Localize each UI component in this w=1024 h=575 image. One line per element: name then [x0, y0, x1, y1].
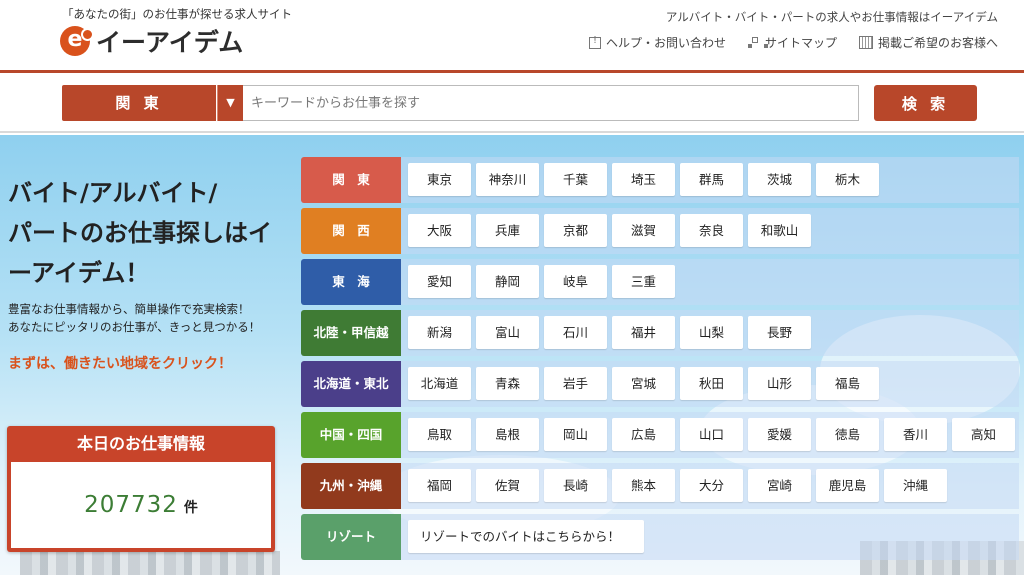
region-button-kanto[interactable]: 関 東 [301, 157, 401, 203]
logo-text: イーアイデム [96, 28, 244, 57]
prefecture-button[interactable]: 沖縄 [884, 469, 947, 502]
region-selector-panel: 関 東東京 神奈川 千葉 埼玉 群馬 茨城 栃木関 西大阪 兵庫 京都 滋賀 奈良 和歌山東 海愛知静… [301, 157, 1019, 565]
prefecture-button[interactable]: 広島 [612, 418, 675, 451]
prefecture-button[interactable]: 宮崎 [748, 469, 811, 502]
prefecture-button[interactable]: 徳島 [816, 418, 879, 451]
prefecture-button[interactable]: 京都 [544, 214, 607, 247]
job-count-unit: 件 [183, 500, 198, 516]
prefecture-button[interactable]: 石川 [544, 316, 607, 349]
prefecture-button[interactable]: 新潟 [408, 316, 471, 349]
region-row-tokai: 東 海愛知 静岡 岐阜 三重 [301, 259, 1019, 305]
prefecture-button[interactable]: 山形 [748, 367, 811, 400]
prefecture-button[interactable]: 群馬 [680, 163, 743, 196]
region-row-chugoku-shikoku: 中国・四国 鳥取 島根 岡山 広島 山口 愛媛 徳島 香川 高知 [301, 412, 1019, 458]
prefecture-button[interactable]: 島根 [476, 418, 539, 451]
city-skyline-decoration [20, 551, 280, 575]
prefecture-button[interactable]: 青森 [476, 367, 539, 400]
todays-jobs-body: 207732 件 [11, 462, 271, 548]
region-button-hokkaido-tohoku[interactable]: 北海道・東北 [301, 361, 401, 407]
prefecture-button[interactable]: 三重 [612, 265, 675, 298]
prefecture-button[interactable]: 愛媛 [748, 418, 811, 451]
region-button-hokuriku-koshinetsu[interactable]: 北陸・甲信越 [301, 310, 401, 356]
building-icon [858, 36, 873, 49]
prefecture-button[interactable]: 長野 [748, 316, 811, 349]
advertiser-link[interactable]: 掲載ご希望のお客様へ [858, 34, 998, 51]
region-button-resort[interactable]: リゾート [301, 514, 401, 560]
hero-description: 豊富なお仕事情報から、簡単操作で充実検索！ あなたにピッタリのお仕事が、きっと見… [8, 302, 261, 334]
prefecture-button[interactable]: 大阪 [408, 214, 471, 247]
prefecture-button[interactable]: 岩手 [544, 367, 607, 400]
prefecture-button[interactable]: 長崎 [544, 469, 607, 502]
prefecture-button[interactable]: 北海道 [408, 367, 471, 400]
search-button[interactable]: 検 索 [874, 85, 977, 121]
prefecture-button[interactable]: 岡山 [544, 418, 607, 451]
prefecture-button[interactable]: 和歌山 [748, 214, 811, 247]
region-select[interactable]: 関 東 [62, 85, 216, 121]
todays-jobs-title: 本日のお仕事情報 [76, 434, 205, 453]
prefecture-button[interactable]: 福井 [612, 316, 675, 349]
sitemap-link-label: サイトマップ [764, 36, 837, 50]
prefecture-button[interactable]: 岐阜 [544, 265, 607, 298]
prefecture-button[interactable]: 香川 [884, 418, 947, 451]
help-link-label: ヘルプ・お問い合わせ [605, 36, 726, 50]
prefecture-button[interactable]: 滋賀 [612, 214, 675, 247]
logo-e-icon: e [60, 26, 94, 56]
sitemap-link[interactable]: サイトマップ [747, 34, 837, 51]
sitemap-icon [747, 36, 768, 49]
prefecture-button[interactable]: 静岡 [476, 265, 539, 298]
prefecture-button[interactable]: 大分 [680, 469, 743, 502]
prefecture-button[interactable]: 愛知 [408, 265, 471, 298]
prefecture-button[interactable]: 栃木 [816, 163, 879, 196]
prefecture-button[interactable]: 秋田 [680, 367, 743, 400]
hero-call-to-action: まずは、働きたい地域をクリック！ [8, 356, 232, 372]
prefecture-button[interactable]: 奈良 [680, 214, 743, 247]
prefecture-button[interactable]: 山口 [680, 418, 743, 451]
region-button-tokai[interactable]: 東 海 [301, 259, 401, 305]
prefecture-button[interactable]: 福岡 [408, 469, 471, 502]
prefecture-button[interactable]: 宮城 [612, 367, 675, 400]
site-tagline: 「あなたの街」のお仕事が探せる求人サイト [62, 7, 292, 21]
region-row-kanto: 関 東東京 神奈川 千葉 埼玉 群馬 茨城 栃木 [301, 157, 1019, 203]
job-count: 207732 [84, 492, 178, 518]
prefecture-button[interactable]: 鳥取 [408, 418, 471, 451]
site-header: 「あなたの街」のお仕事が探せる求人サイト e イーアイデム アルバイト・バイト・… [0, 0, 1024, 70]
advertiser-link-label: 掲載ご希望のお客様へ [877, 36, 998, 50]
prefecture-button[interactable]: 鹿児島 [816, 469, 879, 502]
prefecture-button[interactable]: 佐賀 [476, 469, 539, 502]
prefecture-button[interactable]: 埼玉 [612, 163, 675, 196]
region-row-hokuriku-koshinetsu: 北陸・甲信越 新潟 富山 石川 福井 山梨 長野 [301, 310, 1019, 356]
region-row-resort: リゾート リゾートでのバイトはこちらから！ [301, 514, 1019, 560]
resort-link[interactable]: リゾートでのバイトはこちらから！ [408, 520, 644, 553]
chevron-down-icon[interactable]: ▼ [217, 85, 243, 121]
region-row-kansai: 関 西大阪 兵庫 京都 滋賀 奈良 和歌山 [301, 208, 1019, 254]
prefecture-button[interactable]: 千葉 [544, 163, 607, 196]
region-row-hokkaido-tohoku: 北海道・東北 北海道 青森 岩手 宮城 秋田 山形 福島 [301, 361, 1019, 407]
help-link[interactable]: ヘルプ・お問い合わせ [588, 34, 726, 51]
todays-jobs-box: 本日のお仕事情報 207732 件 [7, 426, 275, 552]
keyword-search-input[interactable] [243, 85, 859, 121]
prefecture-button[interactable]: 高知 [952, 418, 1015, 451]
prefecture-button[interactable]: 東京 [408, 163, 471, 196]
region-button-chugoku-shikoku[interactable]: 中国・四国 [301, 412, 401, 458]
hero-section: バイト/アルバイト/ パートのお仕事探しはイ ーアイデム！ 豊富なお仕事情報から… [0, 135, 1024, 575]
prefecture-button[interactable]: 兵庫 [476, 214, 539, 247]
hero-title: バイト/アルバイト/ パートのお仕事探しはイ ーアイデム！ [8, 179, 272, 287]
help-icon [588, 35, 601, 49]
prefecture-button[interactable]: 熊本 [612, 469, 675, 502]
region-button-kyushu-okinawa[interactable]: 九州・沖縄 [301, 463, 401, 509]
header-description: アルバイト・バイト・パートの求人やお仕事情報はイーアイデム [665, 10, 998, 24]
region-row-kyushu-okinawa: 九州・沖縄 福岡 佐賀 長崎 熊本 大分 宮崎 鹿児島 沖縄 [301, 463, 1019, 509]
prefecture-button[interactable]: 神奈川 [476, 163, 539, 196]
header-links: ヘルプ・お問い合わせ サイトマップ 掲載ご希望のお客様へ [588, 34, 998, 51]
prefecture-button[interactable]: 茨城 [748, 163, 811, 196]
prefecture-button[interactable]: 山梨 [680, 316, 743, 349]
search-bar: 関 東 ▼ 検 索 [0, 73, 1024, 133]
region-button-kansai[interactable]: 関 西 [301, 208, 401, 254]
prefecture-button[interactable]: 富山 [476, 316, 539, 349]
prefecture-button[interactable]: 福島 [816, 367, 879, 400]
site-logo[interactable]: e イーアイデム [60, 24, 243, 58]
